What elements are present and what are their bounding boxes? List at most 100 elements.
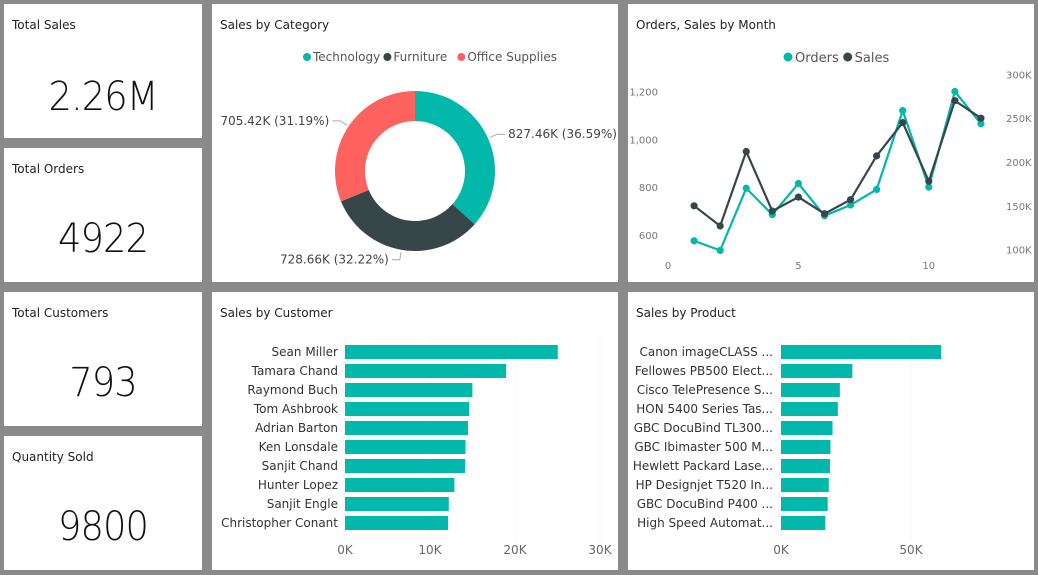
category-label: Raymond Buch [247, 383, 338, 397]
x-axis-tick-label: 10 [922, 261, 935, 272]
donut-chart: Technology Furniture Office Supplies 827.46… [220, 50, 617, 267]
category-label: Canon imageCLASS ... [639, 345, 773, 359]
category-label: Adrian Barton [255, 421, 338, 435]
data-point [742, 184, 750, 192]
data-point [690, 237, 698, 245]
sales-by-category-visual[interactable]: Sales by Category Technology Furniture Off… [212, 4, 618, 282]
y2-axis-tick-label: 100K [1006, 246, 1032, 257]
sales-by-customer-visual[interactable]: Sales by Customer 0K 10K 20K 30K Sean Miller… [212, 292, 618, 570]
category-label: GBC DocuBind TL300... [634, 421, 773, 435]
legend-label: Orders [795, 51, 839, 66]
donut-slice [415, 91, 495, 225]
kpi-value: 2.26M [48, 74, 158, 120]
x-axis-tick-label: 50K [899, 543, 923, 557]
data-point [742, 147, 750, 156]
bar [781, 497, 828, 511]
kpi-title: Quantity Sold [12, 450, 94, 464]
bar [781, 345, 942, 359]
data-point [951, 87, 959, 96]
data-point [794, 193, 802, 201]
x-axis-tick-label: 30K [588, 543, 612, 557]
bar [345, 478, 455, 492]
bar [345, 402, 470, 416]
kpi-card-total-sales[interactable]: Total Sales 2.26M [4, 4, 202, 138]
bar [781, 364, 853, 378]
category-label: Hunter Lopez [258, 478, 338, 492]
bar [781, 516, 826, 530]
y2-axis-tick-label: 250K [1006, 114, 1032, 125]
category-label: Christopher Conant [221, 516, 338, 530]
kpi-value: 793 [69, 360, 137, 406]
bar [345, 459, 466, 473]
bar [781, 402, 838, 416]
kpi-value: 9800 [58, 504, 149, 550]
bar [781, 440, 831, 454]
sales-by-product-visual[interactable]: Sales by Product 0K 50K Canon imageCLASS .… [628, 292, 1034, 570]
product-bar-chart: 0K 50K Canon imageCLASS ... Fellowes PB500 … [633, 338, 942, 557]
category-label: Sanjit Chand [262, 459, 338, 473]
legend-label: Sales [855, 51, 890, 66]
y-axis-tick-label: 600 [639, 231, 658, 242]
legend-marker [457, 53, 466, 61]
bar [345, 497, 449, 511]
category-label: Hewlett Packard Lase... [633, 459, 773, 473]
customer-bar-chart: 0K 10K 20K 30K Sean Miller Tamara Chand Raymon… [221, 338, 613, 557]
x-axis-tick-label: 0K [773, 543, 790, 557]
legend-label: Furniture [393, 50, 447, 64]
x-axis-tick-label: 5 [795, 261, 801, 272]
data-label: 827.46K (36.59%) [508, 127, 617, 141]
data-point [873, 185, 881, 194]
kpi-title: Total Sales [12, 18, 76, 32]
bar [345, 440, 466, 454]
category-label: HP Designjet T520 In... [636, 478, 773, 492]
legend-marker [843, 52, 853, 62]
kpi-value: 4922 [58, 216, 149, 262]
data-point [716, 222, 724, 230]
x-axis-tick-label: 0 [665, 261, 671, 272]
bar [781, 421, 833, 435]
data-point [846, 196, 855, 204]
leader-line [489, 133, 506, 138]
data-point [899, 118, 907, 127]
legend-marker [383, 53, 392, 61]
x-axis-tick-label: 20K [503, 543, 527, 557]
bar [781, 478, 829, 492]
legend-marker [303, 53, 311, 61]
donut-slice [335, 90, 415, 202]
bar [345, 516, 449, 530]
bar [345, 345, 558, 359]
legend-label: Technology [312, 50, 380, 64]
line-chart: Orders Sales 600 800 1,000 1,200 100K 150K 200K 2… [629, 51, 1032, 272]
category-label: Tamara Chand [251, 364, 338, 378]
category-label: GBC Ibimaster 500 M... [634, 440, 773, 454]
category-label: Cisco TelePresence S... [637, 383, 773, 397]
category-label: Sean Miller [272, 345, 339, 359]
kpi-title: Total Orders [12, 162, 85, 176]
data-point [977, 114, 985, 122]
y2-axis-tick-label: 200K [1006, 158, 1032, 169]
bar [345, 421, 468, 435]
series-line [693, 89, 982, 252]
category-label: Sanjit Engle [267, 497, 338, 511]
kpi-card-total-customers[interactable]: Total Customers 793 [4, 292, 202, 426]
data-point [690, 202, 698, 210]
y-axis-tick-label: 1,000 [629, 135, 658, 146]
data-point [716, 246, 724, 255]
data-point [925, 177, 933, 185]
orders-sales-by-month-visual[interactable]: Orders, Sales by Month Orders Sales 600 800… [628, 4, 1034, 282]
bar [345, 364, 507, 378]
category-label: High Speed Automat... [637, 516, 773, 530]
category-label: Tom Ashbrook [253, 402, 338, 416]
kpi-card-total-orders[interactable]: Total Orders 4922 [4, 148, 202, 282]
donut-slice [340, 189, 475, 251]
x-axis-tick-label: 0K [337, 543, 354, 557]
category-label: GBC DocuBind P400 ... [637, 497, 773, 511]
bar [345, 383, 473, 397]
data-point [951, 97, 959, 105]
data-point [820, 210, 829, 218]
kpi-card-quantity-sold[interactable]: Quantity Sold 9800 [4, 436, 202, 570]
kpi-title: Total Customers [12, 306, 109, 320]
data-point [794, 179, 802, 188]
leader-line [332, 120, 348, 126]
legend-label: Office Supplies [467, 50, 557, 64]
